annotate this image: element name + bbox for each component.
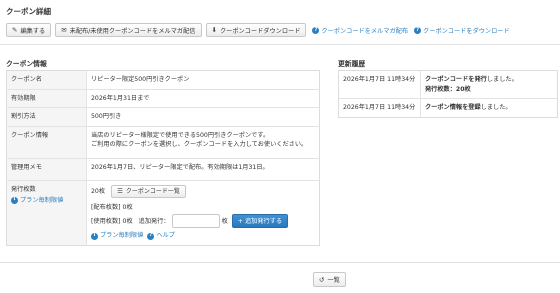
add-issue-button[interactable]: + 追加発行する: [231, 214, 289, 229]
history-suffix: しました。: [480, 104, 512, 112]
help-mail-link-label: クーポンコードをメルマガ配布: [321, 27, 409, 35]
coupon-info-table: クーポン名 リピーター限定500円引きクーポン 有効期限 2026年1月31日ま…: [6, 70, 320, 247]
question-circle-icon: ?: [147, 232, 155, 240]
back-arrow-icon: ↺: [319, 275, 325, 284]
help-link-label: ヘルプ: [156, 232, 175, 240]
back-to-list-button[interactable]: ↺ 一覧: [313, 272, 346, 287]
help-download-link[interactable]: ? クーポンコードをダウンロード: [414, 26, 510, 35]
table-row: 発行枚数 i プラン毎制限値 20枚 ☰ クーポンコード一覧 [配布枚数] 0枚…: [6, 179, 320, 246]
page-title: クーポン詳細: [6, 7, 51, 16]
issue-count: 20枚: [91, 187, 106, 195]
plan-limit-link-2-label: プラン毎制限値: [100, 232, 144, 240]
plan-limit-link[interactable]: i プラン毎制限値: [11, 196, 63, 206]
add-issue-button-label: 追加発行する: [244, 217, 283, 225]
issue-label: 発行枚数: [11, 185, 36, 193]
help-link[interactable]: ? ヘルプ: [147, 231, 175, 241]
history-date: 2026年1月7日 11時34分: [338, 98, 421, 118]
history-date: 2026年1月7日 11時34分: [338, 70, 421, 99]
plan-limit-link-2[interactable]: i プラン毎制限値: [91, 231, 143, 241]
envelope-icon: ✉: [61, 26, 67, 34]
table-row: 有効期限 2026年1月31日まで: [6, 88, 320, 108]
row-value: 2026年1月31日まで: [86, 88, 320, 108]
description-line: ご利用の際にクーポンを選択し、クーポンコードを入力してお使いください。: [91, 141, 308, 149]
row-label: 管理用メモ: [6, 157, 87, 181]
history-title: 更新履歴: [338, 60, 366, 68]
history-action: クーポンコードを発行: [425, 76, 487, 83]
help-download-link-label: クーポンコードをダウンロード: [423, 27, 510, 35]
edit-icon: ✎: [12, 26, 18, 34]
table-row: 2026年1月7日 11時34分 クーポン情報を登録しました。: [338, 98, 558, 118]
distributed-count: [配布枚数] 0枚: [91, 203, 133, 211]
table-row: 2026年1月7日 11時34分 クーポンコードを発行しました。 発行枚数：20…: [338, 70, 558, 99]
download-icon: ⬇: [211, 26, 217, 34]
issue-value-cell: 20枚 ☰ クーポンコード一覧 [配布枚数] 0枚 [使用枚数] 0枚 追加発行…: [86, 179, 320, 246]
row-value: リピーター限定500円引きクーポン: [91, 76, 190, 83]
issue-label-cell: 発行枚数 i プラン毎制限値: [6, 179, 87, 246]
table-row: クーポン名 リピーター限定500円引きクーポン: [6, 70, 320, 90]
description-line: 当店のリピーター様限定で使用できる500円引きクーポンです。: [91, 131, 270, 139]
add-issue-input[interactable]: [171, 214, 220, 229]
row-value: 当店のリピーター様限定で使用できる500円引きクーポンです。 ご利用の際にクーポ…: [86, 125, 320, 159]
edit-button-label: 編集する: [20, 27, 46, 35]
row-value: 2026年1月7日、リピーター限定で配布。有効期限は1月31日。: [86, 157, 320, 181]
list-icon: ☰: [117, 187, 123, 196]
table-row: 管理用メモ 2026年1月7日、リピーター限定で配布。有効期限は1月31日。: [6, 157, 320, 181]
toolbar: ✎ 編集する ✉ 未配布/未使用クーポンコードをメルマガ配信 ⬇ クーポンコード…: [6, 23, 510, 37]
table-row: 割引方法 500円引き: [6, 107, 320, 127]
question-circle-icon: ?: [312, 26, 320, 34]
history-suffix: しました。: [486, 76, 518, 83]
coupon-info-title: クーポン情報: [6, 60, 47, 68]
back-to-list-label: 一覧: [327, 277, 340, 284]
add-issue-label: 追加発行：: [138, 217, 170, 225]
row-label: 有効期限: [6, 88, 87, 108]
download-button-label: クーポンコードダウンロード: [219, 27, 301, 35]
unit-label: 枚: [221, 217, 228, 225]
table-row: クーポン情報 当店のリピーター様限定で使用できる500円引きクーポンです。 ご利…: [6, 125, 320, 159]
code-list-button[interactable]: ☰ クーポンコード一覧: [111, 184, 186, 198]
edit-button[interactable]: ✎ 編集する: [6, 23, 52, 37]
mail-distribute-label: 未配布/未使用クーポンコードをメルマガ配信: [69, 27, 196, 35]
row-label: クーポン情報: [6, 125, 87, 159]
history-action: クーポン情報を登録: [425, 104, 481, 112]
plan-limit-link-label: プラン毎制限値: [20, 196, 64, 204]
help-mail-link[interactable]: ? クーポンコードをメルマガ配布: [312, 26, 408, 35]
code-list-label: クーポンコード一覧: [125, 187, 180, 195]
divider: [0, 44, 560, 45]
info-circle-icon: i: [91, 232, 98, 240]
mail-distribute-button[interactable]: ✉ 未配布/未使用クーポンコードをメルマガ配信: [55, 23, 202, 37]
plus-icon: +: [237, 217, 243, 225]
row-label: クーポン名: [6, 70, 87, 90]
used-count: [使用枚数] 0枚: [91, 217, 133, 225]
row-value: 500円引き: [86, 107, 320, 127]
history-detail: 発行枚数：20枚: [425, 85, 471, 93]
history-entry: クーポン情報を登録しました。: [420, 98, 558, 118]
download-button[interactable]: ⬇ クーポンコードダウンロード: [205, 23, 307, 37]
history-entry: クーポンコードを発行しました。 発行枚数：20枚: [421, 71, 558, 99]
info-circle-icon: i: [11, 196, 18, 204]
divider: [0, 262, 560, 263]
row-label: 割引方法: [6, 107, 87, 127]
history-table: 2026年1月7日 11時34分 クーポンコードを発行しました。 発行枚数：20…: [338, 70, 558, 118]
question-circle-icon: ?: [414, 26, 422, 34]
